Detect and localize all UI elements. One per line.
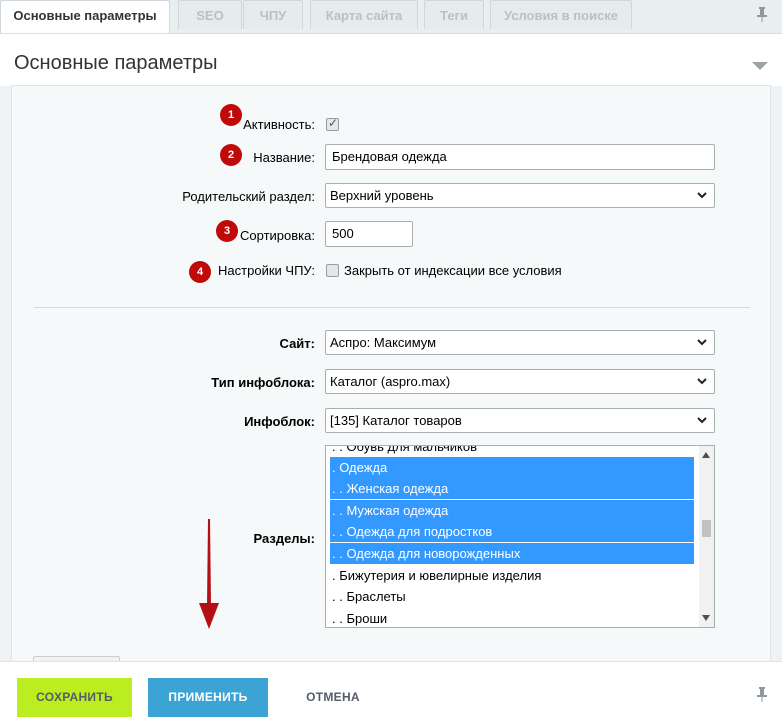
iblock-select[interactable]: [135] Каталог товаров: [325, 408, 715, 433]
seo-settings-label: Настройки ЧПУ:: [218, 263, 315, 278]
list-item[interactable]: . . Мужская одежда: [330, 500, 694, 521]
chevron-down-icon: [696, 410, 708, 438]
list-item[interactable]: . . Женская одежда: [330, 478, 694, 499]
form-panel: 1 Активность: 2 Название: Брендовая одеж…: [11, 85, 771, 675]
apply-button[interactable]: ПРИМЕНИТЬ: [148, 678, 268, 717]
site-label: Сайт:: [279, 336, 315, 351]
tab-bar: Основные параметры SEO ЧПУ Карта сайта Т…: [0, 0, 782, 33]
chevron-down-icon: [696, 332, 708, 360]
name-field[interactable]: Брендовая одежда: [325, 144, 715, 170]
scroll-thumb[interactable]: [702, 520, 711, 537]
parent-select[interactable]: Верхний уровень: [325, 183, 715, 208]
page-title: Основные параметры: [14, 52, 218, 74]
tab-tags[interactable]: Теги: [424, 0, 484, 29]
pin-icon[interactable]: [756, 6, 768, 25]
iblock-label: Инфоблок:: [244, 414, 315, 429]
tab-seo[interactable]: SEO: [178, 0, 242, 29]
scroll-up-icon[interactable]: [702, 452, 710, 458]
section-header: Основные параметры: [0, 33, 782, 86]
list-item[interactable]: . . Броши: [330, 608, 694, 627]
list-item[interactable]: . Одежда: [330, 457, 694, 478]
active-checkbox[interactable]: [326, 116, 339, 131]
red-arrow-annotation: [197, 519, 221, 634]
iblock-type-select-value: Каталог (aspro.max): [330, 374, 451, 389]
list-item[interactable]: . . Обувь для мальчиков: [330, 446, 694, 457]
list-scrollbar[interactable]: [699, 446, 714, 627]
chevron-down-icon: [696, 185, 708, 213]
parent-select-value: Верхний уровень: [330, 188, 434, 203]
scroll-down-icon[interactable]: [702, 615, 710, 621]
sections-label: Разделы:: [253, 531, 315, 546]
iblock-type-select[interactable]: Каталог (aspro.max): [325, 369, 715, 394]
list-item[interactable]: . Бижутерия и ювелирные изделия: [330, 565, 694, 586]
annotation-badge-1: 1: [220, 104, 242, 126]
annotation-badge-2: 2: [220, 144, 242, 166]
sort-label: Сортировка:: [240, 228, 315, 243]
iblock-type-label: Тип инфоблока:: [211, 375, 315, 390]
parent-label: Родительский раздел:: [182, 189, 315, 204]
pin-icon[interactable]: [756, 686, 768, 705]
save-button[interactable]: СОХРАНИТЬ: [17, 678, 132, 717]
site-select[interactable]: Аспро: Максимум: [325, 330, 715, 355]
list-item[interactable]: . . Одежда для новорожденных: [330, 543, 694, 564]
chevron-down-icon[interactable]: [752, 62, 768, 70]
tab-sitemap[interactable]: Карта сайта: [310, 0, 418, 29]
active-label: Активность:: [243, 117, 315, 132]
name-label: Название:: [253, 150, 315, 165]
annotation-badge-4: 4: [189, 261, 211, 283]
divider: [34, 307, 750, 308]
site-select-value: Аспро: Максимум: [330, 335, 437, 350]
sort-field[interactable]: 500: [325, 221, 413, 247]
list-item[interactable]: . . Одежда для подростков: [330, 521, 694, 542]
noindex-checkbox-label[interactable]: Закрыть от индексации все условия: [344, 263, 562, 278]
list-item[interactable]: . . Браслеты: [330, 586, 694, 607]
tab-chpu[interactable]: ЧПУ: [243, 0, 303, 29]
chevron-down-icon: [696, 371, 708, 399]
cancel-button[interactable]: ОТМЕНА: [288, 678, 378, 717]
sections-multiselect[interactable]: . . Обувь для мальчиков . Одежда . . Жен…: [325, 445, 715, 628]
tab-main-params[interactable]: Основные параметры: [0, 0, 170, 33]
noindex-checkbox[interactable]: [326, 264, 339, 277]
iblock-select-value: [135] Каталог товаров: [330, 413, 462, 428]
annotation-badge-3: 3: [216, 220, 238, 242]
tab-search-conditions[interactable]: Условия в поиске: [490, 0, 632, 29]
action-footer: СОХРАНИТЬ ПРИМЕНИТЬ ОТМЕНА: [0, 661, 782, 726]
